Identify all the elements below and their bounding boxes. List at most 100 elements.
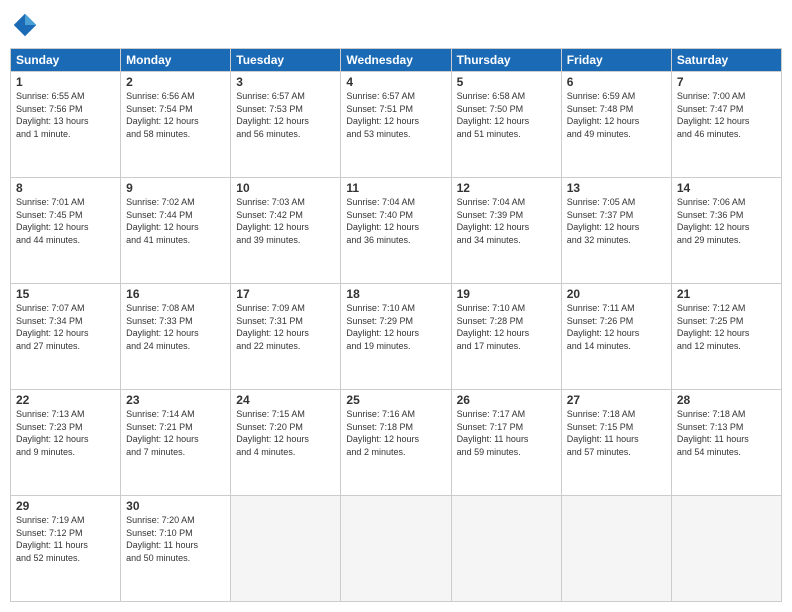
day-number: 25 (346, 393, 445, 407)
day-info: Sunrise: 7:20 AM Sunset: 7:10 PM Dayligh… (126, 514, 225, 564)
day-number: 7 (677, 75, 776, 89)
day-number: 1 (16, 75, 115, 89)
page: SundayMondayTuesdayWednesdayThursdayFrid… (0, 0, 792, 612)
day-number: 26 (457, 393, 556, 407)
calendar-cell: 24Sunrise: 7:15 AM Sunset: 7:20 PM Dayli… (231, 390, 341, 496)
day-info: Sunrise: 7:01 AM Sunset: 7:45 PM Dayligh… (16, 196, 115, 246)
day-number: 10 (236, 181, 335, 195)
day-number: 6 (567, 75, 666, 89)
calendar-cell: 3Sunrise: 6:57 AM Sunset: 7:53 PM Daylig… (231, 72, 341, 178)
calendar-cell: 7Sunrise: 7:00 AM Sunset: 7:47 PM Daylig… (671, 72, 781, 178)
calendar-cell: 14Sunrise: 7:06 AM Sunset: 7:36 PM Dayli… (671, 178, 781, 284)
calendar-cell: 1Sunrise: 6:55 AM Sunset: 7:56 PM Daylig… (11, 72, 121, 178)
weekday-header-wednesday: Wednesday (341, 49, 451, 72)
day-info: Sunrise: 6:59 AM Sunset: 7:48 PM Dayligh… (567, 90, 666, 140)
day-info: Sunrise: 7:08 AM Sunset: 7:33 PM Dayligh… (126, 302, 225, 352)
weekday-header-thursday: Thursday (451, 49, 561, 72)
day-number: 19 (457, 287, 556, 301)
day-number: 18 (346, 287, 445, 301)
day-number: 24 (236, 393, 335, 407)
calendar-cell: 8Sunrise: 7:01 AM Sunset: 7:45 PM Daylig… (11, 178, 121, 284)
header (10, 10, 782, 40)
logo-icon (10, 10, 40, 40)
day-info: Sunrise: 6:56 AM Sunset: 7:54 PM Dayligh… (126, 90, 225, 140)
calendar-cell: 19Sunrise: 7:10 AM Sunset: 7:28 PM Dayli… (451, 284, 561, 390)
calendar-cell: 9Sunrise: 7:02 AM Sunset: 7:44 PM Daylig… (121, 178, 231, 284)
day-number: 14 (677, 181, 776, 195)
calendar-header-row: SundayMondayTuesdayWednesdayThursdayFrid… (11, 49, 782, 72)
calendar-cell (561, 496, 671, 602)
day-info: Sunrise: 7:03 AM Sunset: 7:42 PM Dayligh… (236, 196, 335, 246)
weekday-header-sunday: Sunday (11, 49, 121, 72)
day-info: Sunrise: 7:14 AM Sunset: 7:21 PM Dayligh… (126, 408, 225, 458)
calendar-week-3: 15Sunrise: 7:07 AM Sunset: 7:34 PM Dayli… (11, 284, 782, 390)
calendar-cell: 20Sunrise: 7:11 AM Sunset: 7:26 PM Dayli… (561, 284, 671, 390)
calendar-cell: 2Sunrise: 6:56 AM Sunset: 7:54 PM Daylig… (121, 72, 231, 178)
day-info: Sunrise: 7:13 AM Sunset: 7:23 PM Dayligh… (16, 408, 115, 458)
calendar-cell: 5Sunrise: 6:58 AM Sunset: 7:50 PM Daylig… (451, 72, 561, 178)
weekday-header-monday: Monday (121, 49, 231, 72)
weekday-header-saturday: Saturday (671, 49, 781, 72)
calendar-cell: 16Sunrise: 7:08 AM Sunset: 7:33 PM Dayli… (121, 284, 231, 390)
day-info: Sunrise: 7:18 AM Sunset: 7:15 PM Dayligh… (567, 408, 666, 458)
calendar-cell: 27Sunrise: 7:18 AM Sunset: 7:15 PM Dayli… (561, 390, 671, 496)
calendar-week-2: 8Sunrise: 7:01 AM Sunset: 7:45 PM Daylig… (11, 178, 782, 284)
day-info: Sunrise: 7:10 AM Sunset: 7:29 PM Dayligh… (346, 302, 445, 352)
day-info: Sunrise: 7:05 AM Sunset: 7:37 PM Dayligh… (567, 196, 666, 246)
day-number: 29 (16, 499, 115, 513)
weekday-header-tuesday: Tuesday (231, 49, 341, 72)
calendar-cell: 13Sunrise: 7:05 AM Sunset: 7:37 PM Dayli… (561, 178, 671, 284)
calendar-cell: 11Sunrise: 7:04 AM Sunset: 7:40 PM Dayli… (341, 178, 451, 284)
calendar-cell (451, 496, 561, 602)
calendar-week-1: 1Sunrise: 6:55 AM Sunset: 7:56 PM Daylig… (11, 72, 782, 178)
day-number: 22 (16, 393, 115, 407)
day-info: Sunrise: 6:57 AM Sunset: 7:51 PM Dayligh… (346, 90, 445, 140)
day-number: 16 (126, 287, 225, 301)
calendar-cell: 12Sunrise: 7:04 AM Sunset: 7:39 PM Dayli… (451, 178, 561, 284)
calendar-cell: 22Sunrise: 7:13 AM Sunset: 7:23 PM Dayli… (11, 390, 121, 496)
day-number: 4 (346, 75, 445, 89)
day-info: Sunrise: 7:07 AM Sunset: 7:34 PM Dayligh… (16, 302, 115, 352)
calendar-cell: 10Sunrise: 7:03 AM Sunset: 7:42 PM Dayli… (231, 178, 341, 284)
day-number: 3 (236, 75, 335, 89)
calendar-table: SundayMondayTuesdayWednesdayThursdayFrid… (10, 48, 782, 602)
day-number: 30 (126, 499, 225, 513)
day-info: Sunrise: 7:02 AM Sunset: 7:44 PM Dayligh… (126, 196, 225, 246)
day-info: Sunrise: 7:04 AM Sunset: 7:40 PM Dayligh… (346, 196, 445, 246)
calendar-cell: 6Sunrise: 6:59 AM Sunset: 7:48 PM Daylig… (561, 72, 671, 178)
day-info: Sunrise: 6:58 AM Sunset: 7:50 PM Dayligh… (457, 90, 556, 140)
calendar-cell: 29Sunrise: 7:19 AM Sunset: 7:12 PM Dayli… (11, 496, 121, 602)
calendar-cell: 30Sunrise: 7:20 AM Sunset: 7:10 PM Dayli… (121, 496, 231, 602)
weekday-header-friday: Friday (561, 49, 671, 72)
calendar-cell: 23Sunrise: 7:14 AM Sunset: 7:21 PM Dayli… (121, 390, 231, 496)
calendar-cell (231, 496, 341, 602)
day-number: 12 (457, 181, 556, 195)
day-number: 5 (457, 75, 556, 89)
calendar-cell: 4Sunrise: 6:57 AM Sunset: 7:51 PM Daylig… (341, 72, 451, 178)
day-number: 8 (16, 181, 115, 195)
day-info: Sunrise: 7:16 AM Sunset: 7:18 PM Dayligh… (346, 408, 445, 458)
day-info: Sunrise: 7:00 AM Sunset: 7:47 PM Dayligh… (677, 90, 776, 140)
calendar-cell: 15Sunrise: 7:07 AM Sunset: 7:34 PM Dayli… (11, 284, 121, 390)
day-number: 21 (677, 287, 776, 301)
day-info: Sunrise: 7:11 AM Sunset: 7:26 PM Dayligh… (567, 302, 666, 352)
day-info: Sunrise: 7:04 AM Sunset: 7:39 PM Dayligh… (457, 196, 556, 246)
day-number: 28 (677, 393, 776, 407)
day-info: Sunrise: 7:12 AM Sunset: 7:25 PM Dayligh… (677, 302, 776, 352)
calendar-cell: 28Sunrise: 7:18 AM Sunset: 7:13 PM Dayli… (671, 390, 781, 496)
day-number: 27 (567, 393, 666, 407)
day-info: Sunrise: 7:19 AM Sunset: 7:12 PM Dayligh… (16, 514, 115, 564)
calendar-cell: 18Sunrise: 7:10 AM Sunset: 7:29 PM Dayli… (341, 284, 451, 390)
day-info: Sunrise: 7:17 AM Sunset: 7:17 PM Dayligh… (457, 408, 556, 458)
day-number: 11 (346, 181, 445, 195)
calendar-cell: 17Sunrise: 7:09 AM Sunset: 7:31 PM Dayli… (231, 284, 341, 390)
calendar-week-4: 22Sunrise: 7:13 AM Sunset: 7:23 PM Dayli… (11, 390, 782, 496)
day-number: 15 (16, 287, 115, 301)
day-info: Sunrise: 7:06 AM Sunset: 7:36 PM Dayligh… (677, 196, 776, 246)
day-info: Sunrise: 7:18 AM Sunset: 7:13 PM Dayligh… (677, 408, 776, 458)
day-info: Sunrise: 7:09 AM Sunset: 7:31 PM Dayligh… (236, 302, 335, 352)
day-number: 20 (567, 287, 666, 301)
day-info: Sunrise: 7:10 AM Sunset: 7:28 PM Dayligh… (457, 302, 556, 352)
day-info: Sunrise: 6:55 AM Sunset: 7:56 PM Dayligh… (16, 90, 115, 140)
day-info: Sunrise: 6:57 AM Sunset: 7:53 PM Dayligh… (236, 90, 335, 140)
